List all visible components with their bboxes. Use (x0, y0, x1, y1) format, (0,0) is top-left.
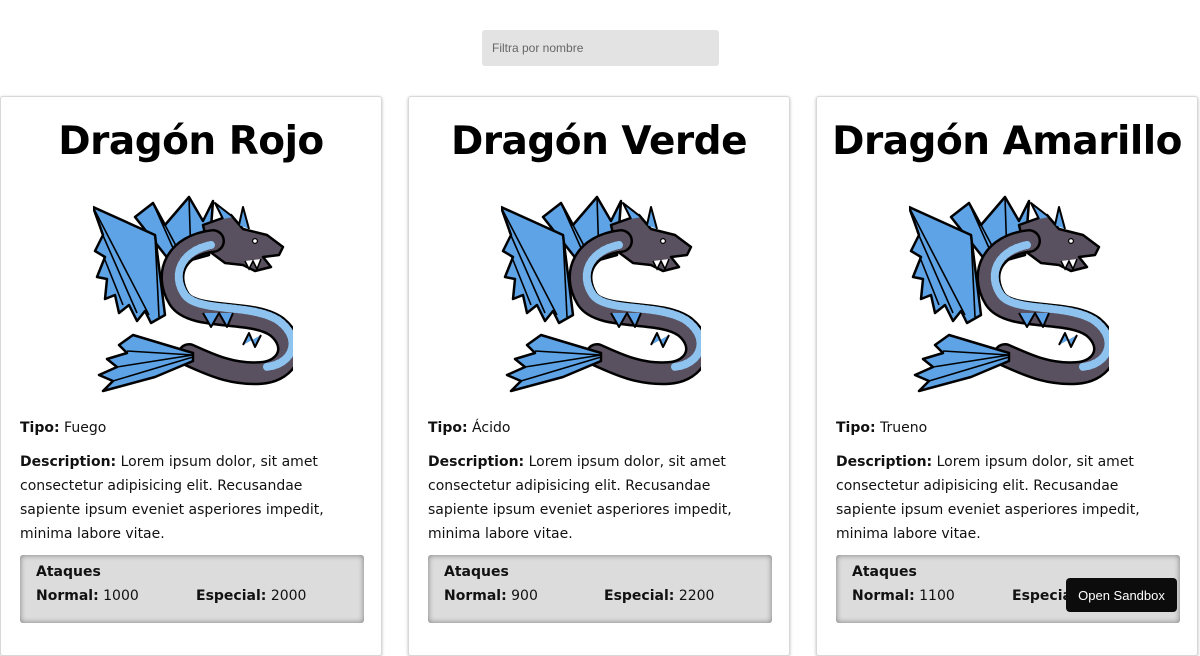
sea-dragon-illustration (93, 195, 293, 397)
type-label: Tipo: (836, 420, 876, 436)
special-attack: Especial: 2000 (196, 587, 306, 605)
normal-attack: Normal: 1100 (852, 587, 955, 605)
card-title: Dragón Rojo (58, 119, 324, 164)
normal-attack: Normal: 1000 (36, 587, 139, 605)
type-line: Tipo: Fuego (20, 416, 365, 440)
search-bar (482, 30, 719, 66)
card-title: Dragón Verde (450, 119, 748, 164)
normal-attack-label: Normal: (852, 588, 915, 604)
description-label: Description: (20, 454, 117, 470)
open-sandbox-button[interactable]: Open Sandbox (1066, 578, 1177, 612)
special-attack-value: 2000 (270, 588, 307, 604)
sea-dragon-illustration (501, 195, 701, 397)
normal-attack-value: 1100 (919, 588, 955, 604)
card-title: Dragón Amarillo (832, 119, 1182, 164)
normal-attack-value: 900 (511, 588, 538, 604)
dragon-card: Dragón Amarillo Tipo: Trueno Description… (816, 96, 1198, 656)
normal-attack-label: Normal: (36, 588, 99, 604)
attacks-panel: Ataques Normal: 1000 Especial: 2000 (20, 555, 364, 623)
type-value: Ácido (472, 420, 511, 436)
description-block: Description: Lorem ipsum dolor, sit amet… (428, 450, 773, 546)
filter-by-name-input[interactable] (482, 30, 719, 66)
special-attack-label: Especial: (196, 588, 267, 604)
normal-attack-value: 1000 (103, 588, 139, 604)
special-attack-value: 2200 (678, 588, 715, 604)
attacks-row: Normal: 1000 Especial: 2000 (36, 587, 348, 605)
attacks-title: Ataques (36, 564, 101, 580)
dragon-card: Dragón Rojo Tipo: Fuego Description: Lor… (0, 96, 382, 656)
type-value: Fuego (64, 420, 107, 436)
attacks-title: Ataques (444, 564, 509, 580)
attacks-row: Normal: 900 Especial: 2200 (444, 587, 756, 605)
special-attack-label: Especial: (604, 588, 675, 604)
type-value: Trueno (880, 420, 928, 436)
dragon-card: Dragón Verde Tipo: Ácido Description: Lo… (408, 96, 790, 656)
type-line: Tipo: Trueno (836, 416, 1181, 440)
type-label: Tipo: (20, 420, 60, 436)
type-line: Tipo: Ácido (428, 416, 773, 440)
description-label: Description: (428, 454, 525, 470)
description-block: Description: Lorem ipsum dolor, sit amet… (20, 450, 365, 546)
description-label: Description: (836, 454, 933, 470)
normal-attack: Normal: 900 (444, 587, 538, 605)
normal-attack-label: Normal: (444, 588, 507, 604)
description-block: Description: Lorem ipsum dolor, sit amet… (836, 450, 1181, 546)
attacks-panel: Ataques Normal: 900 Especial: 2200 (428, 555, 772, 623)
sea-dragon-illustration (909, 195, 1109, 397)
type-label: Tipo: (428, 420, 468, 436)
special-attack: Especial: 2200 (604, 587, 714, 605)
